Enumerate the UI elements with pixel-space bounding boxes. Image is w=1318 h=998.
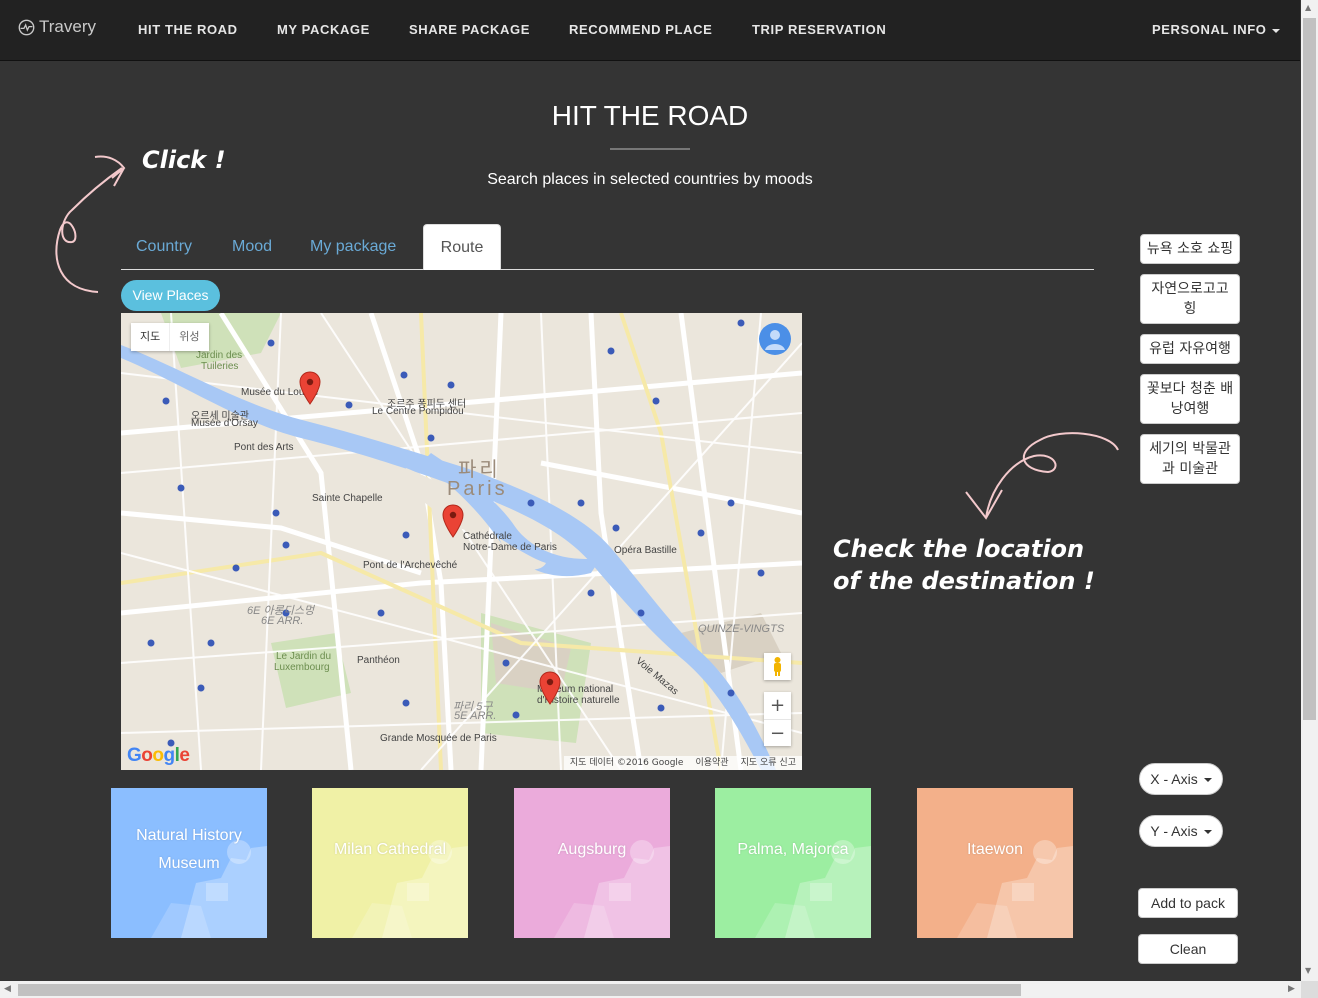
card-title-line2: Museum bbox=[158, 855, 220, 872]
map-label-pont-archeveche: Pont de l'Archevêché bbox=[363, 560, 458, 571]
map-label-5e-arr: 5E ARR. bbox=[454, 710, 497, 722]
card-title: Augsburg bbox=[557, 841, 627, 858]
scroll-right-icon[interactable]: ▶ bbox=[1288, 984, 1295, 994]
map-label-luxembourg: Luxembourg bbox=[274, 662, 330, 673]
pulse-icon bbox=[18, 19, 35, 35]
map-marker-notre-dame[interactable] bbox=[442, 504, 464, 538]
street-view-pegman-icon[interactable] bbox=[764, 653, 791, 680]
map-label-tuileries: Tuileries bbox=[201, 361, 239, 372]
nav-trip-reservation[interactable]: TRIP RESERVATION bbox=[752, 22, 886, 37]
card-title: Palma, Majorca bbox=[737, 841, 849, 858]
x-axis-dropdown[interactable]: X - Axis bbox=[1139, 763, 1223, 795]
map-footer: 지도 데이터 ©2016 Google 이용약관 지도 오류 신고 bbox=[563, 756, 802, 770]
map-label-pompidou: Le Centre Pompidou bbox=[372, 406, 464, 417]
curved-arrow-doodle bbox=[55, 155, 126, 293]
zoom-out-icon[interactable]: − bbox=[764, 719, 791, 747]
mood-button-youth[interactable]: 꽃보다 청춘 배낭여행 bbox=[1140, 374, 1240, 424]
place-card[interactable]: Natural History Museum bbox=[111, 788, 267, 938]
add-to-pack-button[interactable]: Add to pack bbox=[1138, 888, 1238, 918]
map-type-control: 지도 위성 bbox=[131, 323, 209, 351]
google-logo: Google bbox=[127, 745, 190, 766]
place-card[interactable]: Augsburg bbox=[514, 788, 670, 938]
mood-button-nature[interactable]: 자연으로고고 힝 bbox=[1140, 274, 1240, 324]
map-label-jardin: Jardin des bbox=[196, 350, 243, 361]
map-label-6e-arr: 6E ARR. bbox=[261, 615, 304, 627]
map-label-grande-mosquee: Grande Mosquée de Paris bbox=[380, 733, 497, 744]
top-navbar: Travery HIT THE ROAD MY PACKAGE SHARE PA… bbox=[0, 0, 1300, 61]
click-annotation: Click ! bbox=[142, 146, 226, 174]
map-label-pont-des-arts: Pont des Arts bbox=[234, 442, 294, 453]
scrollbar-corner bbox=[1301, 981, 1318, 998]
personal-info-label: PERSONAL INFO bbox=[1152, 22, 1267, 37]
vertical-scrollbar[interactable]: ▲ ▼ bbox=[1301, 0, 1318, 981]
brand-logo[interactable]: Travery bbox=[18, 17, 96, 37]
vertical-scroll-thumb[interactable] bbox=[1303, 18, 1316, 720]
map-label-pantheon: Panthéon bbox=[357, 655, 400, 666]
check-annotation-line1: Check the location bbox=[833, 535, 1085, 563]
map-data-credit: 지도 데이터 ©2016 Google bbox=[569, 758, 684, 768]
tab-route[interactable]: Route bbox=[423, 224, 501, 270]
tab-bar: Country Mood My package Route bbox=[121, 224, 1094, 270]
map-label-opera-bastille: Opéra Bastille bbox=[614, 545, 677, 556]
mood-button-museum[interactable]: 세기의 박물관과 미술관 bbox=[1140, 434, 1240, 484]
title-divider bbox=[610, 148, 690, 150]
nav-hit-the-road[interactable]: HIT THE ROAD bbox=[138, 22, 238, 37]
horizontal-scrollbar[interactable]: ◀ ▶ bbox=[0, 981, 1301, 998]
curved-arrow-doodle-right bbox=[965, 432, 1119, 520]
card-title: Itaewon bbox=[966, 841, 1024, 858]
map-label-jardin-luxembourg: Le Jardin du bbox=[276, 651, 332, 662]
place-card[interactable]: Milan Cathedral bbox=[312, 788, 468, 938]
scroll-left-icon[interactable]: ◀ bbox=[4, 984, 11, 994]
map-report-link[interactable]: 지도 오류 신고 bbox=[741, 756, 796, 770]
tab-my-package[interactable]: My package bbox=[310, 224, 396, 269]
map-marker-louvre[interactable] bbox=[299, 371, 321, 405]
view-places-button[interactable]: View Places bbox=[121, 280, 220, 311]
place-card[interactable]: Palma, Majorca bbox=[715, 788, 871, 938]
check-location-annotation: Check the location of the destination ! bbox=[833, 533, 1095, 597]
tab-country[interactable]: Country bbox=[136, 224, 192, 269]
zoom-in-icon[interactable]: + bbox=[764, 692, 791, 719]
caret-down-icon bbox=[1203, 830, 1212, 835]
caret-down-icon bbox=[1272, 28, 1281, 33]
y-axis-dropdown[interactable]: Y - Axis bbox=[1139, 815, 1223, 847]
user-location-icon[interactable] bbox=[759, 323, 791, 355]
nav-share-package[interactable]: SHARE PACKAGE bbox=[409, 22, 530, 37]
card-title-line1: Natural History bbox=[136, 827, 242, 844]
x-axis-label: X - Axis bbox=[1150, 771, 1198, 787]
y-axis-label: Y - Axis bbox=[1150, 823, 1198, 839]
map-type-satellite[interactable]: 위성 bbox=[169, 323, 208, 351]
tab-mood[interactable]: Mood bbox=[232, 224, 272, 269]
nav-personal-info-dropdown[interactable]: PERSONAL INFO bbox=[1152, 22, 1281, 37]
mood-button-ny-soho[interactable]: 뉴욕 소호 쇼핑 bbox=[1140, 234, 1240, 264]
check-annotation-line2: of the destination ! bbox=[833, 567, 1095, 595]
map-label-paris: Paris bbox=[447, 478, 508, 500]
map-label-sainte-chapelle: Sainte Chapelle bbox=[312, 493, 383, 504]
nav-recommend-place[interactable]: RECOMMEND PLACE bbox=[569, 22, 712, 37]
zoom-control: + − bbox=[764, 692, 791, 746]
route-map[interactable]: Jardin des Tuileries Musée du Louvre 조르주… bbox=[121, 313, 802, 770]
place-card[interactable]: Itaewon bbox=[917, 788, 1073, 938]
map-marker-museum[interactable] bbox=[539, 671, 561, 705]
clean-button[interactable]: Clean bbox=[1138, 934, 1238, 964]
page-title: HIT THE ROAD bbox=[551, 100, 749, 131]
nav-my-package[interactable]: MY PACKAGE bbox=[277, 22, 370, 37]
scroll-down-icon[interactable]: ▼ bbox=[1305, 966, 1311, 975]
map-label-orsay: Musée d'Orsay bbox=[191, 418, 258, 429]
caret-down-icon bbox=[1203, 778, 1212, 783]
map-label-notre-dame: Notre-Dame de Paris bbox=[463, 542, 557, 553]
map-label-quinze-vingts: QUINZE-VINGTS bbox=[698, 623, 785, 635]
mood-button-europe[interactable]: 유럽 자유여행 bbox=[1140, 334, 1240, 364]
map-type-map[interactable]: 지도 bbox=[131, 323, 169, 351]
map-label-cathedrale: Cathédrale bbox=[463, 531, 512, 542]
scroll-up-icon[interactable]: ▲ bbox=[1305, 3, 1311, 12]
horizontal-scroll-thumb[interactable] bbox=[18, 984, 1021, 996]
brand-name: Travery bbox=[39, 17, 96, 36]
card-title: Milan Cathedral bbox=[333, 841, 447, 858]
map-terms-link[interactable]: 이용약관 bbox=[695, 756, 728, 770]
